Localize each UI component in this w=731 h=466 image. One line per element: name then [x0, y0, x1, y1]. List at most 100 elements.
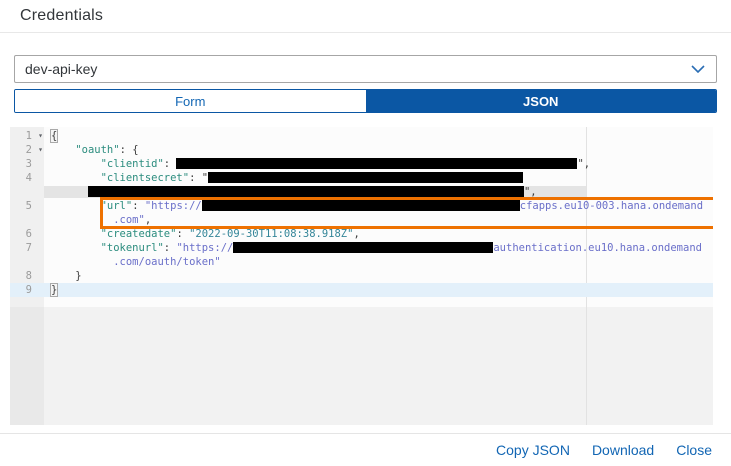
- line-number-cell: 8: [10, 269, 44, 283]
- token-key: "clientid": [101, 158, 164, 170]
- token-plain: ",: [524, 186, 537, 198]
- line-number-cell: 9: [10, 283, 44, 297]
- token-plain: }: [50, 270, 82, 282]
- code-text: "tokenurl": "https://authentication.eu10…: [44, 241, 702, 255]
- line-number-cell: 5: [10, 199, 44, 213]
- code-text: .com",: [44, 213, 151, 227]
- token-plain: :: [132, 200, 145, 212]
- code-line: 3 "clientid": ",: [10, 157, 713, 171]
- line-number-cell: 1▾: [10, 129, 44, 143]
- redacted-text: [176, 158, 577, 169]
- tab-json[interactable]: JSON: [366, 90, 717, 112]
- line-number: 2: [26, 143, 32, 157]
- code-text: "clientsecret": ": [44, 171, 523, 185]
- line-number-cell: [10, 213, 44, 227]
- line-number: 7: [26, 241, 32, 255]
- code-line: 8 }: [10, 269, 713, 283]
- redacted-text: [233, 242, 493, 253]
- tab-form[interactable]: Form: [15, 90, 366, 112]
- code-text: .com/oauth/token": [44, 255, 221, 269]
- line-number-cell: [10, 185, 44, 199]
- token-url: .com": [113, 214, 145, 226]
- fold-toggle-icon[interactable]: ▾: [38, 129, 43, 143]
- line-number: 3: [26, 157, 32, 171]
- code-line: 2▾ "oauth": {: [10, 143, 713, 157]
- code-text: "createdate": "2022-09-30T11:08:38.918Z"…: [44, 227, 360, 241]
- token-plain: [50, 256, 113, 268]
- line-number-cell: 2▾: [10, 143, 44, 157]
- token-plain: [50, 228, 101, 240]
- code-text: }: [44, 269, 82, 283]
- token-brace-box: }: [50, 283, 58, 297]
- code-line: .com/oauth/token": [10, 255, 713, 269]
- line-number: 6: [26, 227, 32, 241]
- json-editor[interactable]: 1▾{2▾ "oauth": {3 "clientid": ",4 "clien…: [10, 127, 713, 425]
- code-line: 9}: [10, 283, 713, 297]
- token-url: authentication.eu10.hana.ondemand: [493, 242, 702, 254]
- dialog-header: Credentials: [0, 0, 731, 33]
- line-number-cell: 3: [10, 157, 44, 171]
- line-number: 8: [26, 269, 32, 283]
- token-key: "createdate": [101, 228, 177, 240]
- code-line: 4 "clientsecret": ": [10, 171, 713, 185]
- page-title: Credentials: [20, 7, 103, 25]
- token-plain: [50, 172, 101, 184]
- token-plain: [50, 158, 101, 170]
- code-line: 7 "tokenurl": "https://authentication.eu…: [10, 241, 713, 255]
- redacted-text: [208, 172, 523, 183]
- line-number-cell: 4: [10, 171, 44, 185]
- redacted-text: [202, 200, 520, 211]
- line-number: 1: [26, 129, 32, 143]
- credential-select[interactable]: dev-api-key: [14, 55, 717, 83]
- token-plain: : ": [189, 172, 208, 184]
- token-string: "2022-09-30T11:08:38.918Z": [189, 228, 353, 240]
- token-url: cfapps.eu10-003.hana.ondemand: [520, 200, 703, 212]
- token-brace-box: {: [50, 129, 58, 143]
- redacted-text: [88, 186, 524, 197]
- token-plain: ,: [145, 214, 151, 226]
- line-number-cell: 6: [10, 227, 44, 241]
- token-key: "url": [101, 200, 133, 212]
- token-plain: [50, 214, 113, 226]
- code-line: 5 "url": "https:// cfapps.eu10-003.hana.o…: [10, 199, 713, 213]
- token-plain: [50, 144, 75, 156]
- token-plain: ",: [577, 158, 590, 170]
- line-number-cell: 7: [10, 241, 44, 255]
- credential-select-value: dev-api-key: [25, 61, 690, 77]
- token-key: "tokenurl": [101, 242, 164, 254]
- token-url: "https://: [176, 242, 233, 254]
- code-line: 1▾{: [10, 129, 713, 143]
- line-number: 9: [26, 283, 32, 297]
- view-mode-tabs: Form JSON: [14, 89, 717, 113]
- code-line: ",: [10, 185, 713, 199]
- token-url: "https://: [145, 200, 202, 212]
- token-plain: :: [176, 228, 189, 240]
- line-number-cell: [10, 255, 44, 269]
- code-text: {: [44, 129, 58, 143]
- copy-json-button[interactable]: Copy JSON: [496, 442, 570, 458]
- line-number: 4: [26, 171, 32, 185]
- code-text: "url": "https:// cfapps.eu10-003.hana.ond…: [44, 199, 703, 213]
- token-plain: [50, 186, 88, 198]
- token-key: "oauth": [75, 144, 119, 156]
- close-button[interactable]: Close: [676, 442, 712, 458]
- code-line: .com",: [10, 213, 713, 227]
- code-text: "oauth": {: [44, 143, 139, 157]
- fold-toggle-icon[interactable]: ▾: [38, 143, 43, 157]
- token-plain: [50, 242, 101, 254]
- code-text: "clientid": ",: [44, 157, 590, 171]
- code-text: ",: [44, 185, 537, 199]
- token-plain: ,: [353, 228, 359, 240]
- code-text: }: [44, 283, 58, 297]
- token-plain: : {: [120, 144, 139, 156]
- token-plain: :: [164, 158, 177, 170]
- code-rows: 1▾{2▾ "oauth": {3 "clientid": ",4 "clien…: [10, 129, 713, 297]
- code-line: 6 "createdate": "2022-09-30T11:08:38.918…: [10, 227, 713, 241]
- token-plain: [50, 200, 101, 212]
- line-number: 5: [26, 199, 32, 213]
- token-key: "clientsecret": [101, 172, 190, 184]
- chevron-down-icon: [690, 61, 706, 77]
- token-url: .com/oauth/token": [113, 256, 220, 268]
- footer-bar: Copy JSON Download Close: [0, 433, 731, 466]
- download-button[interactable]: Download: [592, 442, 654, 458]
